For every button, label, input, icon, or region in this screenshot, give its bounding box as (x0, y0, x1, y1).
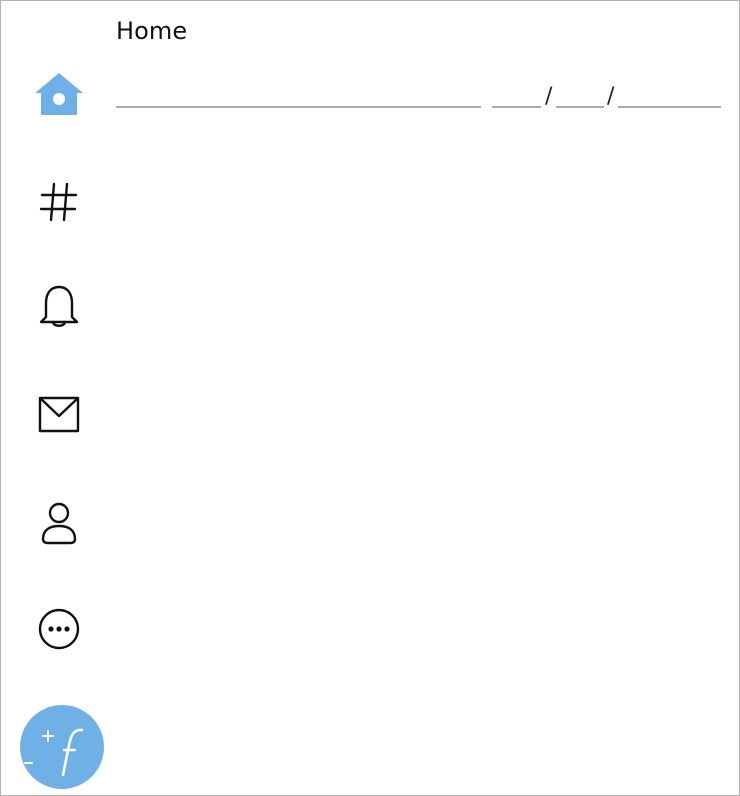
sidebar-item-notifications[interactable] (31, 279, 87, 335)
app-window: Home / / (0, 0, 740, 796)
sidebar-item-explore[interactable] (31, 174, 87, 230)
date-year-field[interactable] (618, 106, 721, 108)
date-separator: / (545, 84, 553, 109)
date-day-field[interactable] (556, 106, 604, 108)
bell-icon (38, 283, 80, 331)
sidebar-item-more[interactable] (31, 601, 87, 657)
compose-button[interactable] (20, 705, 104, 789)
sidebar-item-messages[interactable] (31, 387, 87, 443)
home-icon (33, 71, 85, 117)
date-month-field[interactable] (492, 106, 541, 108)
sidebar-item-home[interactable] (31, 66, 87, 122)
date-separator: / (607, 84, 615, 109)
text-blank-field[interactable] (116, 106, 481, 108)
sidebar-item-profile[interactable] (31, 495, 87, 551)
hashtag-icon (39, 181, 79, 223)
mail-icon (37, 395, 81, 435)
more-icon (37, 607, 81, 651)
person-icon (39, 501, 79, 545)
page-title: Home (116, 17, 188, 45)
